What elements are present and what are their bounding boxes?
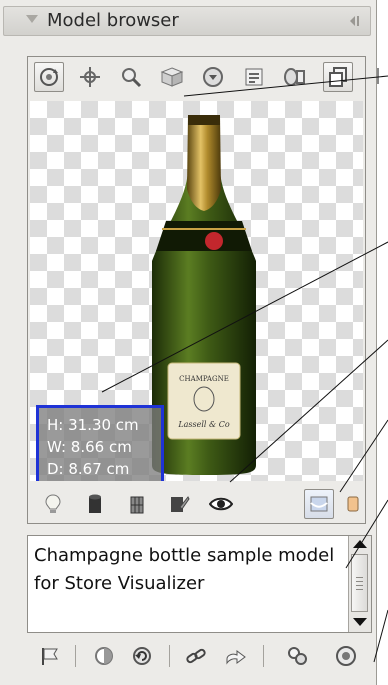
sphere-icon	[336, 646, 356, 666]
group-button[interactable]	[283, 641, 313, 671]
zoom-button[interactable]	[116, 62, 146, 92]
model-preview-frame: CHAMPAGNE Lassell & Co H: 31.30 cm W: 8.…	[27, 56, 366, 524]
contrast-icon	[95, 647, 113, 665]
import-icon	[226, 650, 246, 665]
grip-line	[356, 585, 363, 586]
pan-icon	[80, 67, 100, 87]
toolbar-separator	[263, 645, 264, 667]
light-icon	[284, 68, 305, 86]
bulb-icon	[45, 494, 61, 513]
eye-icon	[209, 497, 233, 511]
orbit-button[interactable]	[34, 62, 64, 92]
solid-shading-button[interactable]	[80, 489, 110, 519]
view-toolbar	[34, 62, 362, 94]
link-button[interactable]	[181, 641, 211, 671]
width-value: W: 8.66 cm	[47, 438, 132, 456]
pan-button[interactable]	[75, 62, 105, 92]
wireframe-shading-icon	[130, 496, 144, 514]
scroll-down-arrow-icon[interactable]	[353, 618, 367, 626]
scroll-thumb[interactable]	[351, 554, 368, 612]
properties-list-button[interactable]	[239, 62, 269, 92]
background-toggle-icon	[310, 496, 328, 512]
dock-panel-icon[interactable]	[348, 15, 360, 27]
grip-line	[356, 581, 363, 582]
render-toolbar	[38, 489, 360, 519]
panel-title: Model browser	[47, 10, 179, 31]
sphere-button[interactable]	[331, 641, 361, 671]
dimensions-overlay: H: 31.30 cm W: 8.66 cm D: 8.67 cm	[36, 405, 164, 481]
description-box[interactable]: Champagne bottle sample model for Store …	[27, 535, 372, 633]
eye-button[interactable]	[206, 489, 236, 519]
color-swatch-button[interactable]	[338, 489, 368, 519]
model-browser-panel: Model browser CHAMPAGNE Lassell & Co H: …	[0, 0, 377, 685]
label-brand-text: CHAMPAGNE	[179, 375, 229, 383]
bulb-button[interactable]	[38, 489, 68, 519]
label-maker-text: Lassell & Co	[177, 420, 229, 429]
light-button[interactable]	[280, 62, 310, 92]
flag-icon	[42, 648, 58, 665]
flag-button[interactable]	[35, 641, 65, 671]
texture-button[interactable]	[164, 489, 194, 519]
orbit-icon	[40, 68, 58, 86]
bottom-toolbar	[27, 641, 372, 673]
properties-list-icon	[245, 68, 263, 86]
description-scrollbar[interactable]	[348, 536, 371, 632]
link-icon	[186, 648, 206, 664]
solid-shading-icon	[89, 494, 101, 513]
description-text[interactable]: Champagne bottle sample model for Store …	[34, 542, 344, 598]
grip-line	[356, 577, 363, 578]
model-viewport[interactable]: CHAMPAGNE Lassell & Co H: 31.30 cm W: 8.…	[30, 101, 363, 481]
view-cube-button[interactable]	[157, 62, 187, 92]
texture-icon	[171, 496, 190, 512]
background-toggle-button[interactable]	[304, 489, 334, 519]
scroll-up-arrow-icon[interactable]	[353, 540, 367, 548]
copy-button[interactable]	[323, 62, 353, 92]
refresh-icon	[133, 647, 151, 665]
collapse-arrow-icon[interactable]	[26, 15, 38, 23]
grip-line	[356, 589, 363, 590]
color-swatch-icon	[347, 496, 359, 512]
wireframe-shading-button[interactable]	[122, 489, 152, 519]
refresh-button[interactable]	[127, 641, 157, 671]
contrast-button[interactable]	[89, 641, 119, 671]
height-value: H: 31.30 cm	[47, 416, 139, 434]
depth-value: D: 8.67 cm	[47, 460, 130, 478]
target-icon	[203, 67, 223, 87]
target-button[interactable]	[198, 62, 228, 92]
import-button[interactable]	[221, 641, 251, 671]
zoom-icon	[122, 68, 142, 88]
toolbar-separator	[75, 645, 76, 667]
group-icon	[288, 647, 307, 665]
copy-icon	[329, 67, 347, 87]
view-cube-icon	[160, 67, 184, 87]
panel-header: Model browser	[3, 6, 371, 36]
toolbar-separator	[169, 645, 170, 667]
